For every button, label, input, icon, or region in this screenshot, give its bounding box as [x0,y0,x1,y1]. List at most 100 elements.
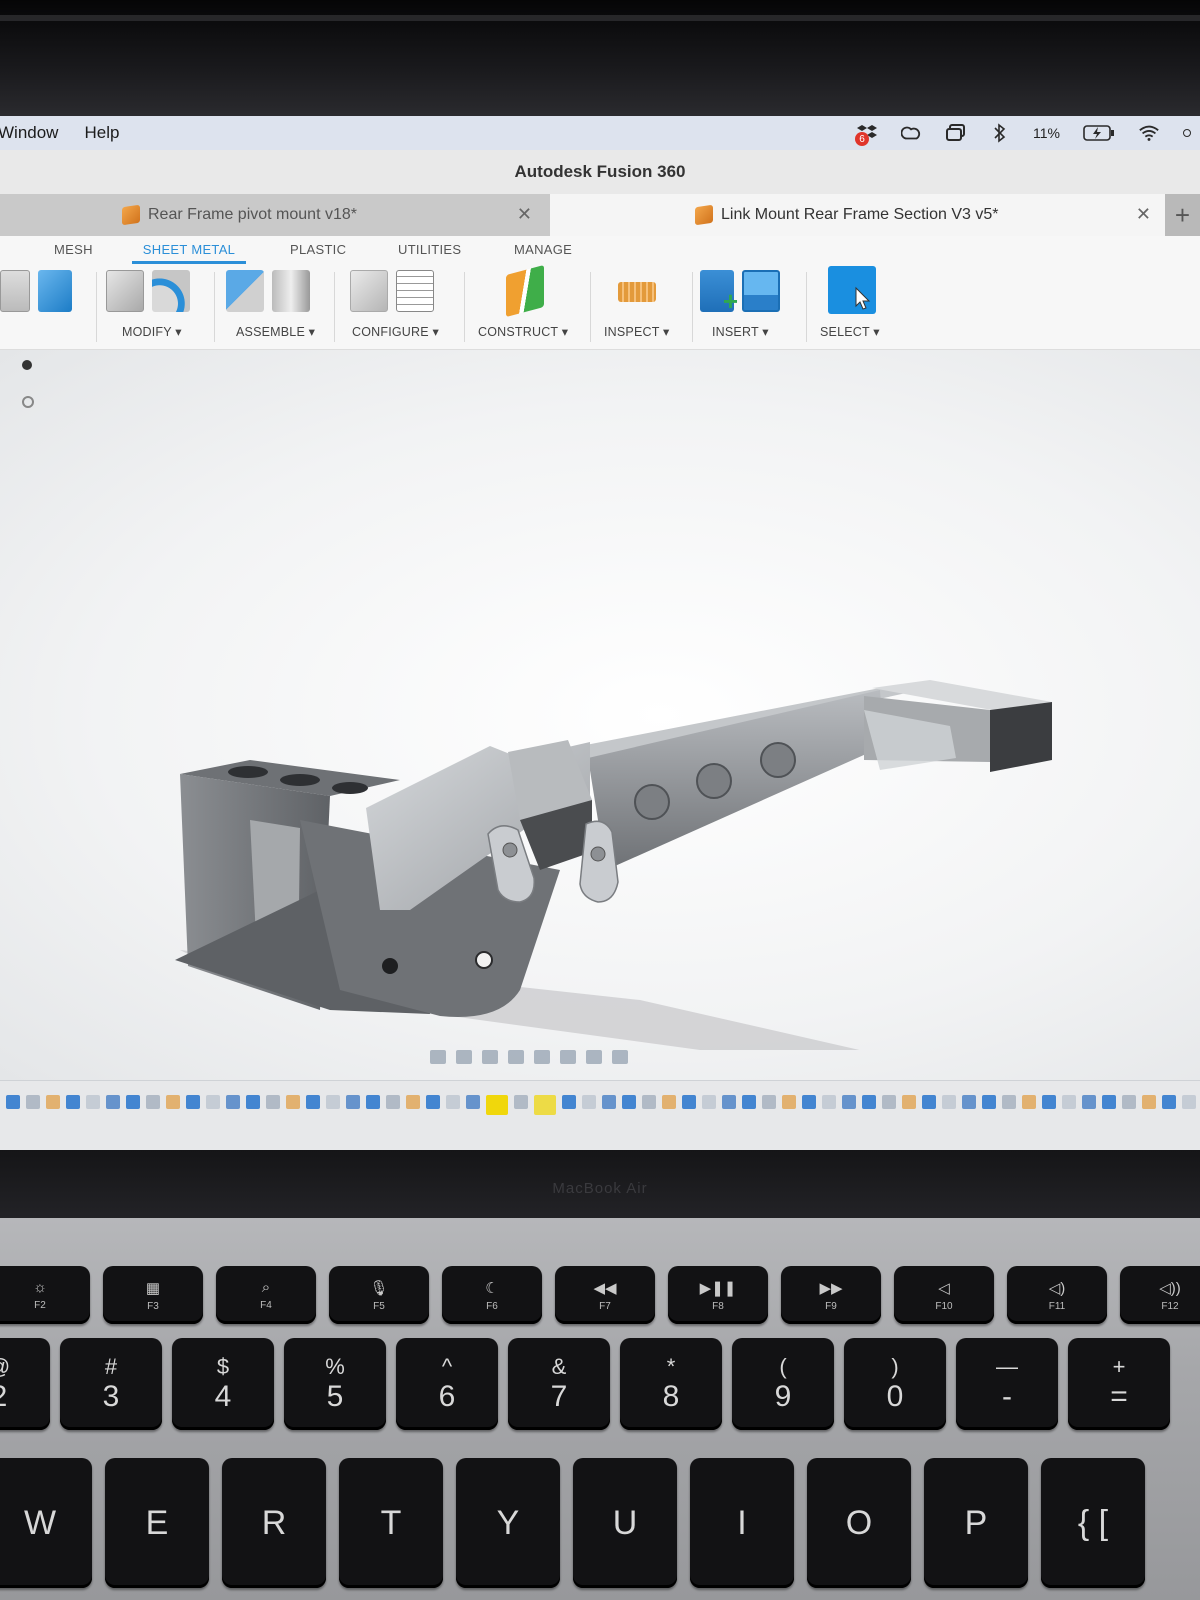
timeline-feature-icon[interactable] [562,1095,576,1109]
key-0[interactable]: ) 0 [844,1338,946,1430]
press-pull-icon[interactable] [106,270,144,312]
timeline-feature-icon[interactable] [126,1095,140,1109]
timeline-feature-icon[interactable] [1022,1095,1036,1109]
tab-sheet-metal[interactable]: SHEET METAL [132,242,246,264]
zoom-icon[interactable] [508,1050,524,1064]
timeline-feature-icon[interactable] [66,1095,80,1109]
control-center-icon[interactable] [1182,122,1192,144]
timeline-feature-icon[interactable] [782,1095,796,1109]
key-[interactable]: { [ [1041,1458,1145,1588]
timeline-feature-icon[interactable] [822,1095,836,1109]
timeline-feature-icon[interactable] [702,1095,716,1109]
new-sketch-icon[interactable] [0,270,30,312]
new-tab-button[interactable]: + [1165,194,1200,236]
timeline-feature-icon[interactable] [982,1095,996,1109]
timeline-feature-icon[interactable] [346,1095,360,1109]
timeline-feature-icon[interactable] [762,1095,776,1109]
tab-link-mount-rear-frame[interactable]: Link Mount Rear Frame Section V3 v5* ✕ [550,194,1165,236]
key-p[interactable]: P [924,1458,1028,1588]
grid-settings-icon[interactable] [586,1050,602,1064]
timeline-feature-icon[interactable] [962,1095,976,1109]
timeline-feature-icon[interactable] [862,1095,876,1109]
creative-cloud-icon[interactable] [901,122,923,144]
timeline-feature-icon[interactable] [166,1095,180,1109]
pan-icon[interactable] [482,1050,498,1064]
viewports-icon[interactable] [612,1050,628,1064]
key-e[interactable]: E [105,1458,209,1588]
timeline-feature-icon[interactable] [514,1095,528,1109]
timeline-feature-icon[interactable] [622,1095,636,1109]
tab-mesh[interactable]: MESH [54,242,93,257]
key-u[interactable]: U [573,1458,677,1588]
joint-icon[interactable] [272,270,310,312]
close-tab-icon[interactable]: ✕ [1136,204,1151,225]
timeline-feature-icon[interactable] [46,1095,60,1109]
timeline-feature-icon[interactable] [6,1095,20,1109]
timeline-feature-icon[interactable] [86,1095,100,1109]
timeline-feature-icon[interactable] [1042,1095,1056,1109]
timeline-feature-icon[interactable] [186,1095,200,1109]
timeline-feature-icon[interactable] [1102,1095,1116,1109]
inspect-menu[interactable]: INSPECT ▾ [604,324,670,339]
timeline-feature-icon[interactable] [246,1095,260,1109]
key-9[interactable]: (9 [732,1338,834,1430]
timeline-feature-icon[interactable] [146,1095,160,1109]
timeline-feature-icon[interactable] [802,1095,816,1109]
key-w[interactable]: W [0,1458,92,1588]
configure-menu[interactable]: CONFIGURE ▾ [352,324,439,339]
key-f4[interactable]: ⌕ F4 [216,1266,316,1324]
insert-derive-icon[interactable]: + [700,270,738,314]
design-viewport[interactable] [0,350,1200,1080]
table-icon[interactable] [396,270,434,312]
measure-icon[interactable] [618,282,656,302]
orbit-icon[interactable] [430,1050,446,1064]
timeline-feature-icon[interactable] [1082,1095,1096,1109]
key-f6[interactable]: ☾ F6 [442,1266,542,1324]
insert-menu[interactable]: INSERT ▾ [712,324,769,339]
bluetooth-icon[interactable] [989,122,1011,144]
timeline-feature-icon[interactable] [742,1095,756,1109]
select-menu[interactable]: SELECT ▾ [820,324,880,339]
timeline-feature-icon[interactable] [326,1095,340,1109]
insert-canvas-icon[interactable] [742,270,780,312]
close-tab-icon[interactable]: ✕ [517,204,532,225]
key-f5[interactable]: 🎙 F5 [329,1266,429,1324]
key-i[interactable]: I [690,1458,794,1588]
offset-plane-icon[interactable] [506,264,544,318]
tab-utilities[interactable]: UTILITIES [398,242,461,257]
key-4[interactable]: $4 [172,1338,274,1430]
battery-icon[interactable] [1082,122,1116,144]
timeline-feature-icon[interactable] [1002,1095,1016,1109]
timeline-feature-icon[interactable] [1142,1095,1156,1109]
timeline-feature-icon[interactable] [922,1095,936,1109]
fit-icon[interactable] [534,1050,550,1064]
timeline-feature-icon[interactable] [286,1095,300,1109]
key-o[interactable]: O [807,1458,911,1588]
key-2[interactable]: @2 [0,1338,50,1430]
key-f2[interactable]: ☼ F2 [0,1266,90,1324]
dropbox-icon[interactable]: 6 [855,122,879,146]
timeline-feature-icon[interactable] [466,1095,480,1109]
key-8[interactable]: * 8 [620,1338,722,1430]
select-cursor-icon[interactable] [828,266,876,314]
key-f11[interactable]: ◁) F11 [1007,1266,1107,1324]
timeline-feature-icon[interactable] [942,1095,956,1109]
key-f3[interactable]: ▦ F3 [103,1266,203,1324]
timeline-feature-icon[interactable] [534,1095,556,1115]
key-=[interactable]: + = [1068,1338,1170,1430]
key-f8[interactable]: ▶❚❚ F8 [668,1266,768,1324]
timeline-feature-icon[interactable] [426,1095,440,1109]
timeline-feature-icon[interactable] [602,1095,616,1109]
key-3[interactable]: #3 [60,1338,162,1430]
key-r[interactable]: R [222,1458,326,1588]
timeline-feature-icon[interactable] [446,1095,460,1109]
timeline-feature-icon[interactable] [722,1095,736,1109]
key--[interactable]: — - [956,1338,1058,1430]
tab-plastic[interactable]: PLASTIC [290,242,346,257]
key-f12[interactable]: ◁)) F12 [1120,1266,1200,1324]
look-at-icon[interactable] [456,1050,472,1064]
timeline-feature-icon[interactable] [386,1095,400,1109]
timeline-feature-icon[interactable] [26,1095,40,1109]
timeline-feature-icon[interactable] [882,1095,896,1109]
key-y[interactable]: Y [456,1458,560,1588]
